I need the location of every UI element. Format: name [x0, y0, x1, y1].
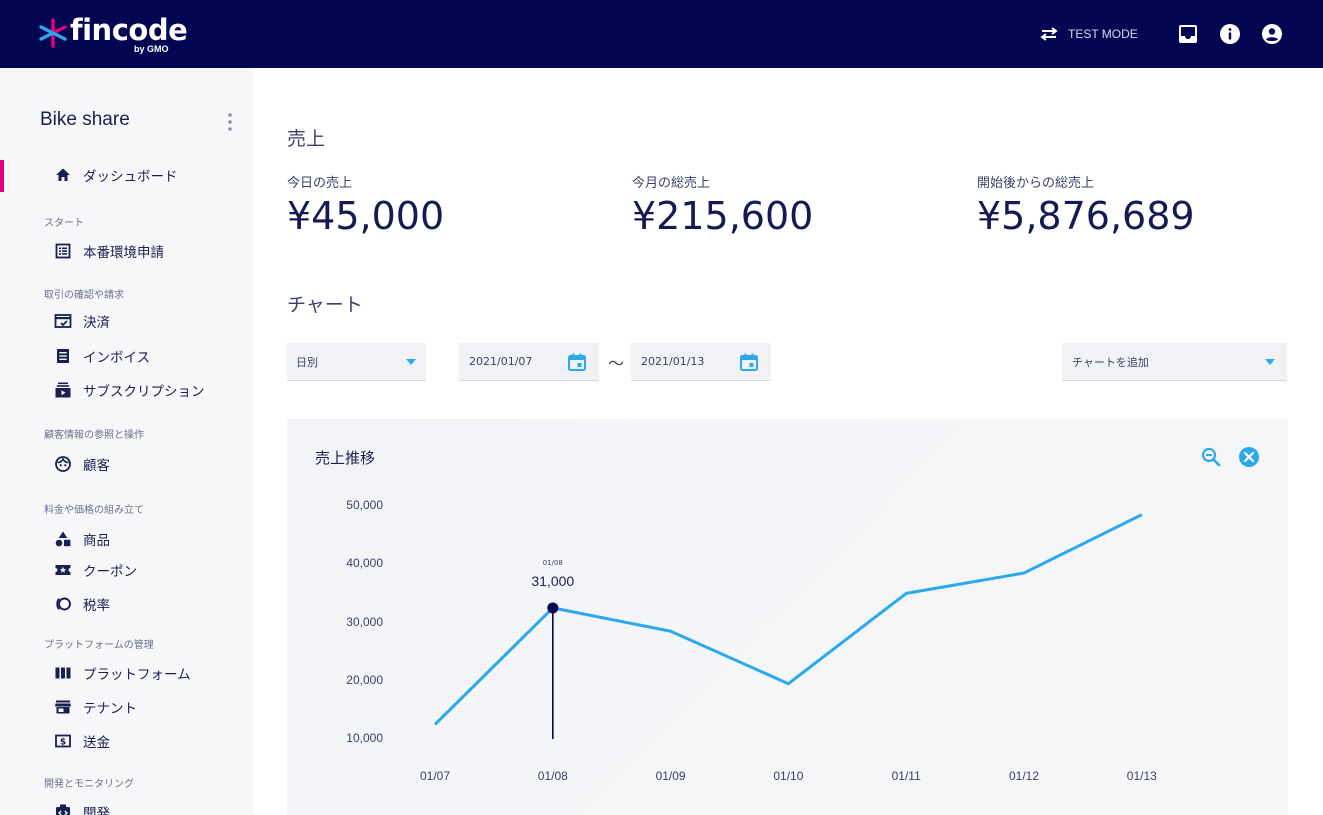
account-icon[interactable] [1260, 22, 1284, 46]
sidebar-item-label: プラットフォーム [83, 667, 191, 683]
stat-today-label: 今日の売上 [287, 176, 353, 191]
sidebar-item-label: サブスクリプション [83, 384, 205, 400]
tax-icon [56, 597, 71, 611]
sidebar-item-subscriptions[interactable]: サブスクリプション [54, 379, 205, 401]
add-chart-label: チャートを追加 [1072, 355, 1149, 369]
sidebar-item-label: 本番環境申請 [83, 245, 164, 261]
sidebar-section-transactions: 取引の確認や請求 [44, 290, 124, 301]
sidebar-item-coupons[interactable]: クーポン [54, 559, 137, 581]
sidebar-section-pricing: 料金や価格の組み立て [44, 505, 144, 516]
active-indicator [0, 160, 4, 192]
sidebar-item-label: 開発 [83, 806, 110, 815]
sidebar-item-tenants[interactable]: テナント [54, 696, 137, 718]
sidebar-item-customers[interactable]: 顧客 [54, 453, 110, 475]
sidebar: Bike share ダッシュボード スタート 本番環境申請 取引の確認や請求 … [0, 68, 253, 815]
transfer-icon: $ [55, 734, 71, 748]
test-mode-toggle[interactable]: TEST MODE [1040, 22, 1138, 46]
sidebar-section-development: 開発とモニタリング [44, 779, 134, 790]
sidebar-item-label: ダッシュボード [83, 169, 178, 185]
series-line[interactable] [433, 513, 1143, 726]
sidebar-item-label: 商品 [83, 533, 110, 549]
dev-icon [56, 804, 70, 815]
chart-plot[interactable] [287, 419, 1288, 815]
dropdown-arrow-icon [1265, 359, 1275, 365]
inbox-icon[interactable] [1176, 22, 1200, 46]
tooltip-value: 31,000 [531, 572, 575, 589]
date-to-value: 2021/01/13 [641, 355, 705, 368]
sidebar-item-production-application[interactable]: 本番環境申請 [54, 240, 164, 262]
more-vert-icon[interactable] [224, 112, 236, 132]
data-point[interactable] [547, 602, 559, 614]
sidebar-item-label: 税率 [83, 598, 110, 614]
sidebar-section-platform: プラットフォームの管理 [44, 640, 154, 651]
sidebar-item-development[interactable]: 開発 [54, 801, 110, 815]
top-bar: fincode by GMO TEST MODE [0, 0, 1323, 68]
list-icon [55, 243, 71, 259]
add-chart-select[interactable]: チャートを追加 [1062, 343, 1287, 381]
stat-month-label: 今月の総売上 [632, 176, 711, 191]
product-icon [55, 531, 71, 547]
customer-icon [55, 456, 71, 472]
info-icon[interactable] [1218, 22, 1242, 46]
project-name: Bike share [40, 109, 130, 130]
swap-icon [1040, 27, 1058, 41]
chart-heading: チャート [287, 294, 363, 316]
sidebar-item-transfers[interactable]: $ 送金 [54, 730, 110, 752]
period-select-value: 日別 [296, 355, 318, 369]
invoice-icon [57, 349, 69, 363]
sidebar-section-customers: 顧客情報の参照と操作 [44, 430, 144, 441]
sidebar-item-label: テナント [83, 701, 137, 717]
stat-today-value: ¥45,000 [287, 194, 445, 238]
sidebar-item-platform[interactable]: プラットフォーム [54, 662, 191, 684]
test-mode-label: TEST MODE [1068, 27, 1138, 41]
sidebar-item-products[interactable]: 商品 [54, 528, 110, 550]
home-icon [56, 168, 70, 181]
sidebar-section-start: スタート [44, 218, 84, 229]
payment-icon [54, 314, 72, 328]
calendar-icon[interactable] [567, 352, 587, 372]
date-range-separator: 〜 [608, 354, 625, 373]
calendar-icon[interactable] [739, 352, 759, 372]
date-from-field[interactable]: 2021/01/07 [459, 343, 599, 381]
platform-icon [55, 667, 71, 679]
sidebar-item-payments[interactable]: 決済 [54, 310, 110, 332]
main-content: 売上 今日の売上 ¥45,000 今月の総売上 ¥215,600 開始後からの総… [253, 68, 1323, 815]
sidebar-item-invoices[interactable]: インボイス [54, 345, 150, 367]
stat-total-label: 開始後からの総売上 [977, 176, 1095, 191]
stat-total-value: ¥5,876,689 [977, 194, 1195, 238]
sidebar-item-tax-rates[interactable]: 税率 [54, 593, 110, 615]
sidebar-item-label: 決済 [83, 315, 110, 331]
period-select[interactable]: 日別 [287, 343, 426, 381]
logo-text: fincode [70, 13, 188, 47]
sales-chart-card: 売上推移 50,000 40,000 30,000 20,000 10,000 01/0… [287, 419, 1288, 815]
date-from-value: 2021/01/07 [469, 355, 533, 368]
svg-text:$: $ [60, 738, 66, 748]
tenant-icon [55, 700, 71, 714]
sidebar-item-dashboard[interactable]: ダッシュボード [54, 164, 178, 186]
logo-asterisk-icon [39, 18, 67, 48]
sidebar-item-label: クーポン [83, 564, 137, 580]
subscription-icon [55, 382, 71, 398]
logo-subtext: by GMO [134, 44, 169, 54]
coupon-icon [55, 565, 71, 575]
tooltip-date: 01/08 [542, 558, 563, 567]
sidebar-item-label: 送金 [83, 735, 110, 751]
date-to-field[interactable]: 2021/01/13 [631, 343, 771, 381]
sidebar-item-label: 顧客 [83, 458, 110, 474]
dropdown-arrow-icon [406, 359, 416, 365]
stat-month-value: ¥215,600 [632, 194, 814, 238]
sidebar-item-label: インボイス [83, 350, 151, 366]
sales-heading: 売上 [287, 128, 326, 150]
fincode-logo[interactable]: fincode by GMO [38, 13, 188, 58]
